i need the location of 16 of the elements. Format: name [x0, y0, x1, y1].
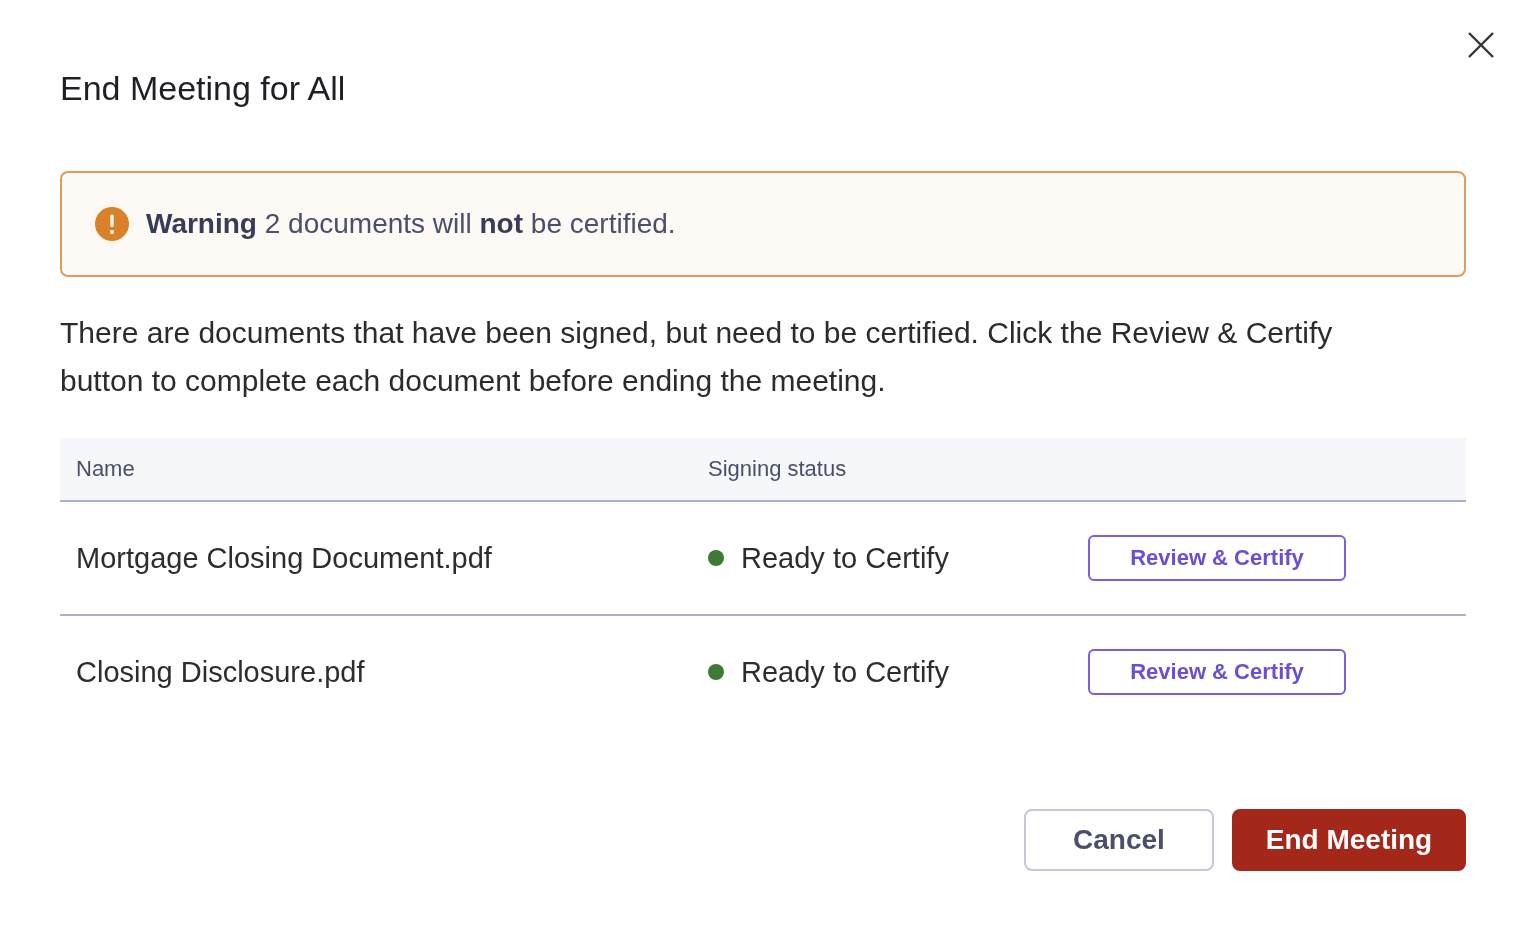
- document-name: Closing Disclosure.pdf: [76, 655, 365, 689]
- close-icon: [1468, 32, 1494, 58]
- review-certify-button[interactable]: Review & Certify: [1088, 535, 1346, 581]
- warning-message: Warning 2 documents will not be certified.: [146, 207, 676, 241]
- close-button[interactable]: [1468, 32, 1494, 58]
- dialog-title: End Meeting for All: [60, 68, 346, 108]
- column-header: Name: [76, 456, 135, 482]
- description-text: There are documents that have been signed, but need to be certified. Click the Review & Certify button to complete each document before ending the meeting.: [60, 315, 1334, 399]
- warning-icon: [95, 207, 129, 241]
- document-name: Mortgage Closing Document.pdf: [76, 541, 492, 575]
- column-header: Signing status: [708, 456, 847, 482]
- status-label: Ready to Certify: [741, 541, 949, 575]
- cancel-button[interactable]: Cancel: [1024, 809, 1214, 871]
- review-certify-button[interactable]: Review & Certify: [1088, 649, 1346, 695]
- end-meeting-button[interactable]: End Meeting: [1232, 809, 1466, 871]
- status-label: Ready to Certify: [741, 655, 949, 689]
